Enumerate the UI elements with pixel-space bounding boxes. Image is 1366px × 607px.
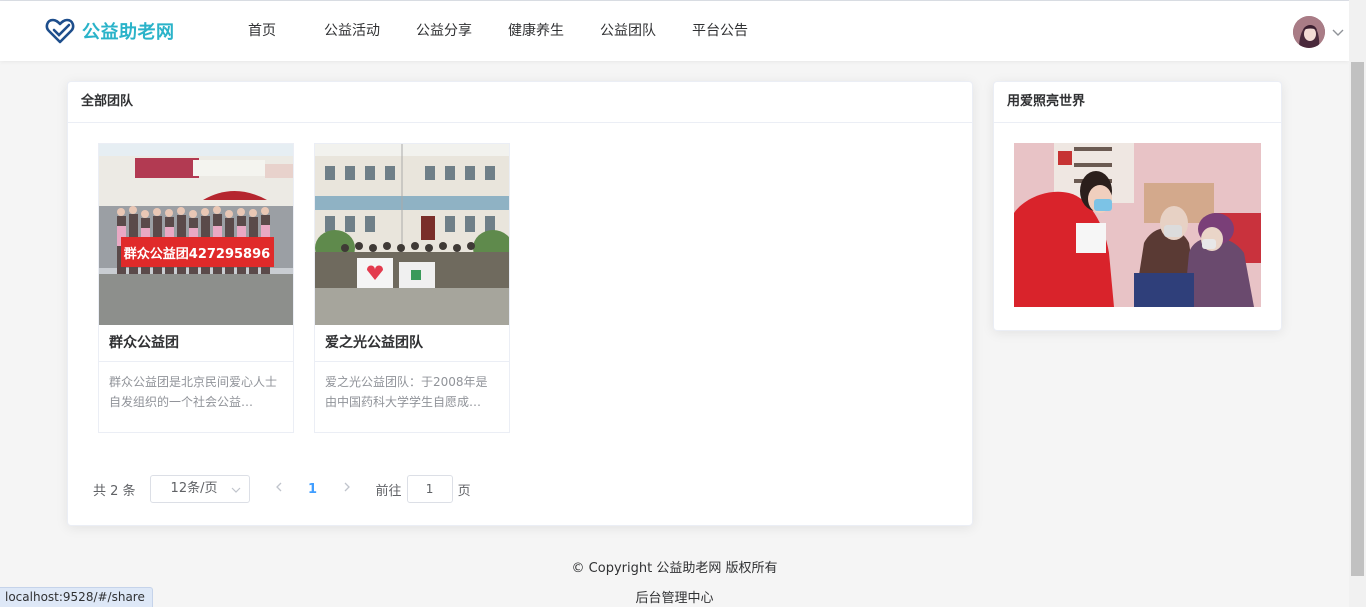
goto-label: 前往 — [375, 483, 402, 499]
main-nav: 首页 公益活动 公益分享 健康养生 公益团队 平台公告 — [230, 1, 766, 61]
page-size-value: 12条/页 — [170, 481, 218, 496]
admin-link[interactable]: 后台管理中心 — [0, 587, 1349, 606]
side-card: 用爱照亮世界 — [993, 81, 1282, 331]
team-photo[interactable] — [315, 144, 509, 325]
chevron-down-icon — [231, 487, 240, 493]
page-suffix: 页 — [457, 483, 471, 499]
nav-item-activities[interactable]: 公益活动 — [306, 1, 398, 61]
volunteer-photo[interactable] — [1014, 143, 1261, 307]
status-url: localhost:9528/#/share — [0, 587, 153, 607]
scrollbar-thumb[interactable] — [1351, 62, 1364, 576]
nav-item-share[interactable]: 公益分享 — [398, 1, 490, 61]
team-name[interactable]: 爱之光公益团队 — [315, 325, 509, 362]
svg-text:群众公益团427295896: 群众公益团427295896 — [124, 246, 270, 262]
nav-item-health[interactable]: 健康养生 — [490, 1, 582, 61]
logo[interactable]: 公益助老网 — [45, 17, 175, 45]
page-number[interactable]: 1 — [294, 482, 332, 497]
nav-item-notices[interactable]: 平台公告 — [674, 1, 766, 61]
pagination: 共 2 条 12条/页 1 前往 1 页 — [93, 474, 471, 504]
chevron-left-icon — [275, 482, 282, 492]
header: 公益助老网 首页 公益活动 公益分享 健康养生 公益团队 平台公告 — [0, 1, 1349, 61]
team-name[interactable]: 群众公益团 — [99, 325, 293, 362]
avatar[interactable] — [1293, 16, 1325, 48]
team-photo[interactable]: 群众公益团427295896 — [99, 144, 293, 325]
side-card-title: 用爱照亮世界 — [994, 82, 1281, 123]
nav-item-home[interactable]: 首页 — [230, 1, 294, 61]
teams-card-title: 全部团队 — [68, 82, 972, 123]
team-description: 群众公益团是北京民间爱心人士自发组织的一个社会公益… — [109, 375, 278, 409]
chevron-down-icon[interactable] — [1331, 25, 1345, 39]
pagination-total: 共 2 条 — [93, 483, 136, 499]
nav-item-teams[interactable]: 公益团队 — [582, 1, 674, 61]
site-name: 公益助老网 — [82, 22, 175, 43]
page-size-select[interactable]: 12条/页 — [149, 475, 250, 503]
goto-page-input[interactable]: 1 — [406, 475, 453, 503]
chevron-right-icon — [344, 482, 350, 492]
team-card[interactable]: 爱之光公益团队 爱之光公益团队：于2008年是由中国药科大学学生自愿成… — [314, 143, 510, 433]
footer-copyright: © Copyright 公益助老网 版权所有 — [571, 561, 778, 576]
team-description: 爱之光公益团队：于2008年是由中国药科大学学生自愿成… — [325, 375, 488, 409]
team-card[interactable]: 群众公益团427295896 群众公益团 群众公益团是北京民间爱心人士自发组织的… — [98, 143, 294, 433]
heart-check-icon — [45, 18, 75, 44]
prev-page-button[interactable] — [264, 481, 294, 497]
teams-card: 全部团队 群众公益团427295896 群众公益团 群众公益团是北京民间爱心人士… — [67, 81, 973, 526]
next-page-button[interactable] — [332, 481, 362, 497]
